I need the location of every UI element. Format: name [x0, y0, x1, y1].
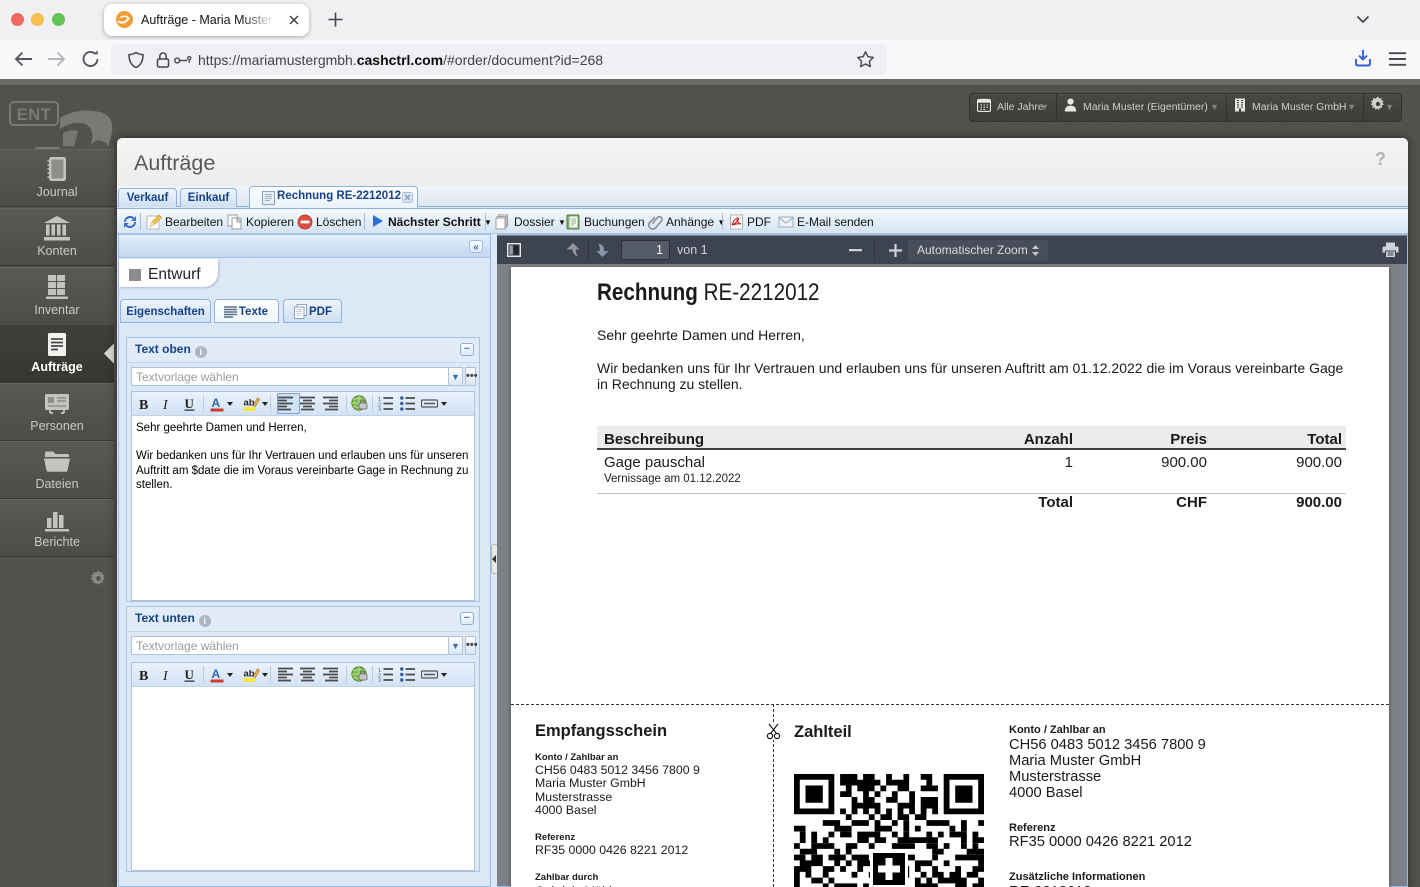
svg-text:I: I — [162, 398, 169, 411]
svg-text:ab: ab — [244, 669, 255, 680]
svg-text:I: I — [162, 669, 169, 682]
svg-text:U: U — [185, 668, 195, 682]
svg-text:ab: ab — [244, 398, 255, 409]
svg-text:3: 3 — [378, 408, 381, 412]
svg-text:B: B — [139, 398, 148, 411]
svg-text:A: A — [212, 396, 221, 410]
svg-text:3: 3 — [378, 679, 381, 683]
svg-text:B: B — [139, 669, 148, 682]
svg-text:A: A — [212, 667, 221, 681]
svg-text:U: U — [185, 397, 195, 411]
